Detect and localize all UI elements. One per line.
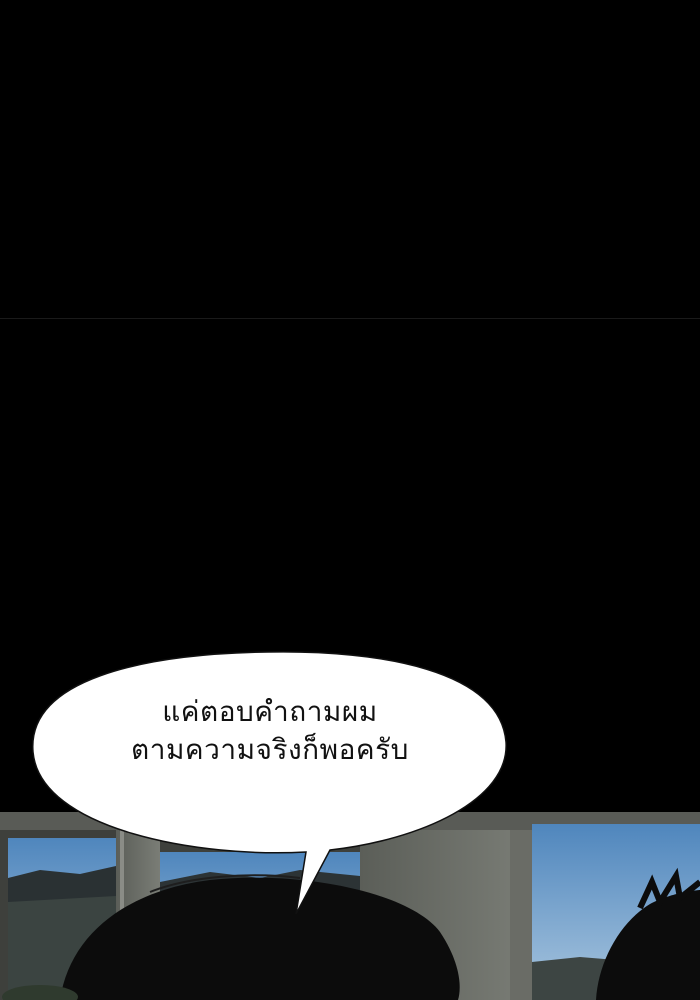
speech-line-2: ตามความจริงก็พอครับ <box>131 733 409 766</box>
speech-bubble <box>32 651 507 915</box>
comic-page: แค่ตอบคำถามผม ตามความจริงก็พอครับ <box>0 0 700 1000</box>
speech-line-1: แค่ตอบคำถามผม <box>162 695 378 728</box>
speech-bubble-text: แค่ตอบคำถามผม ตามความจริงก็พอครับ <box>60 693 480 769</box>
